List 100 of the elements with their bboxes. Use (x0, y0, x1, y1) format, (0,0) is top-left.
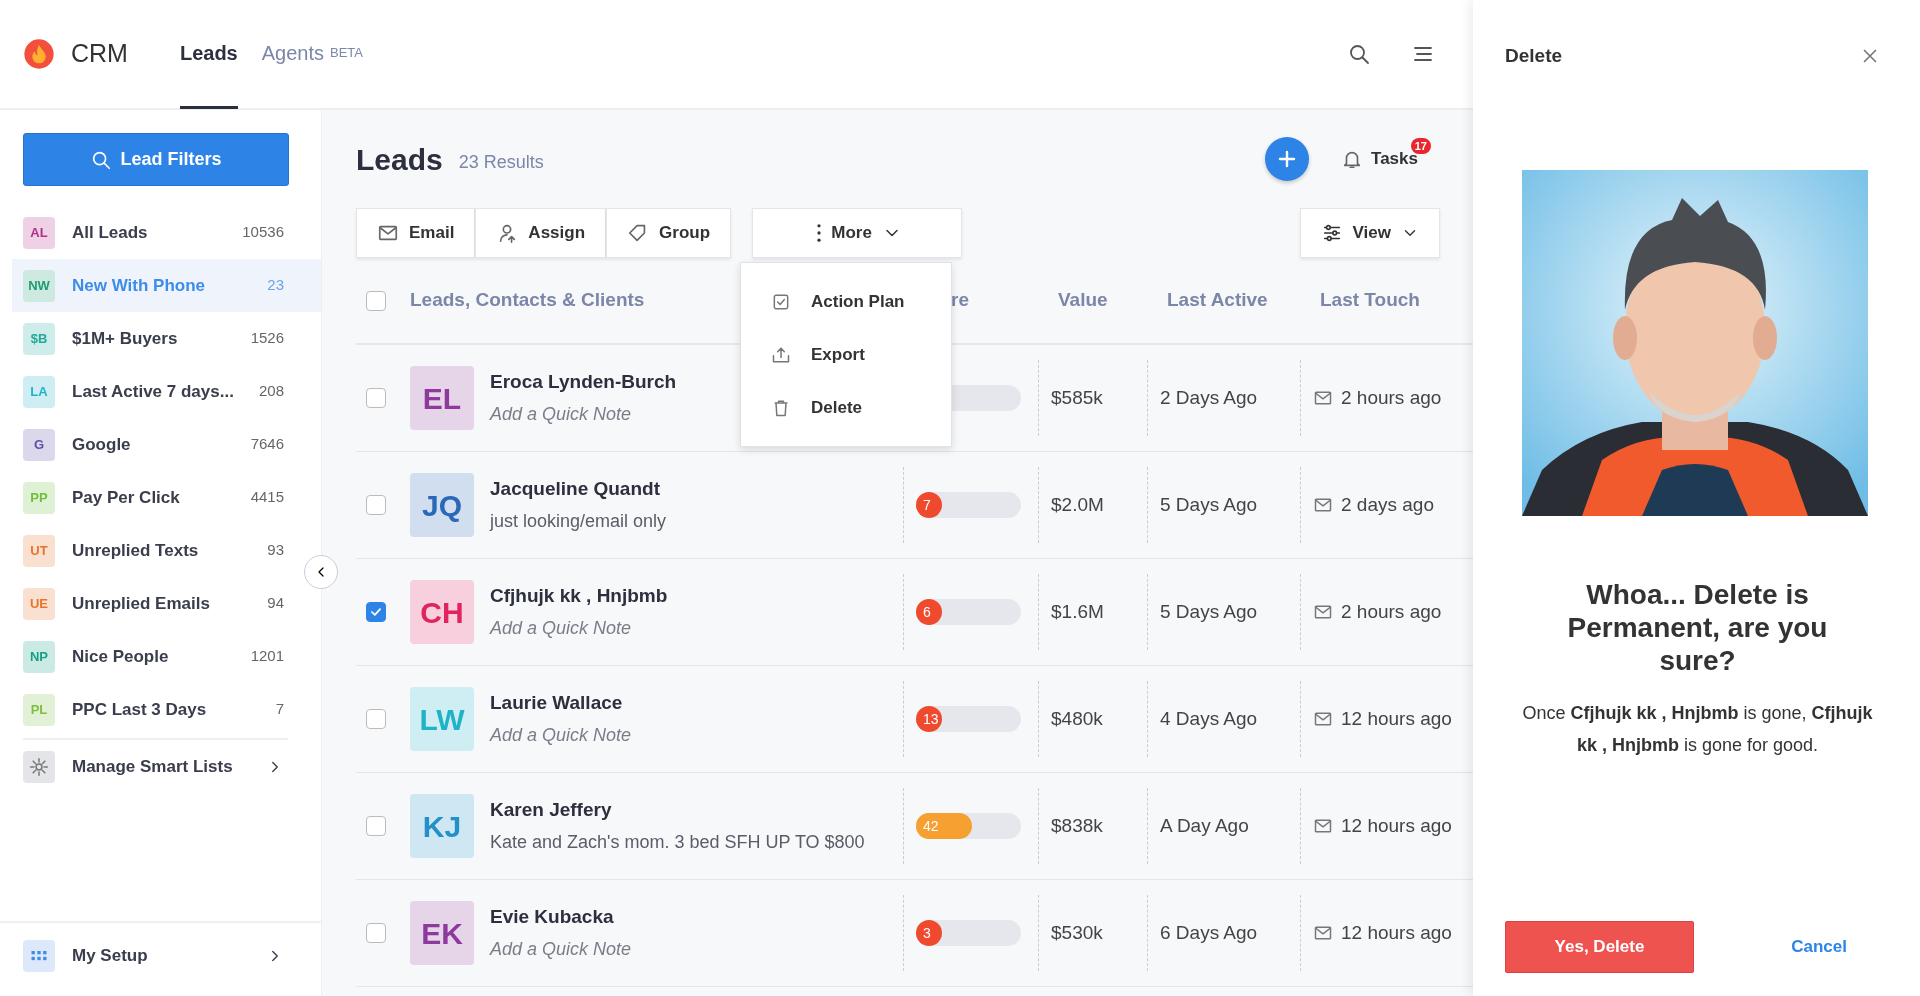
more-dots-icon (817, 224, 822, 242)
lead-filters-button[interactable]: Lead Filters (23, 133, 289, 186)
smart-list-item[interactable]: G Google 7646 (12, 418, 321, 471)
list-badge: AL (23, 216, 55, 249)
list-label: Google (72, 433, 131, 456)
lead-value: $585k (1051, 385, 1103, 410)
list-label: New With Phone (72, 274, 205, 297)
lead-value: $1.6M (1051, 599, 1104, 624)
nav-tab[interactable]: Leads (179, 0, 238, 109)
toolbar-button[interactable]: Group (606, 208, 732, 258)
cancel-link[interactable]: Cancel (1791, 934, 1847, 960)
page-title: Leads (356, 141, 443, 178)
list-label: Last Active 7 days... (72, 380, 234, 403)
list-badge: UE (23, 587, 55, 620)
select-all-checkbox[interactable] (366, 290, 386, 311)
list-badge: PP (23, 481, 55, 514)
email-icon (1313, 923, 1333, 943)
quick-note-field[interactable]: Add a Quick Note (490, 721, 632, 749)
lead-value: $480k (1051, 706, 1103, 731)
last-active: 5 Days Ago (1160, 599, 1258, 624)
list-label: PPC Last 3 Days (72, 698, 207, 721)
smart-list-item[interactable]: LA Last Active 7 days... 208 (12, 365, 321, 418)
row-checkbox[interactable] (366, 495, 386, 515)
last-active: 6 Days Ago (1160, 920, 1258, 945)
list-label: All Leads (72, 221, 148, 244)
search-icon[interactable] (1347, 42, 1371, 66)
lead-value: $2.0M (1051, 492, 1104, 517)
score-fill: 3 (916, 920, 943, 946)
last-touch: 2 days ago (1341, 492, 1434, 517)
smart-list-item[interactable]: UE Unreplied Emails 94 (12, 577, 321, 630)
score-fill: 13 (916, 706, 943, 732)
smart-list-item[interactable]: PL PPC Last 3 Days 7 (12, 683, 321, 736)
confirm-heading: Whoa... Delete is Permanent, are you sure? (1566, 578, 1829, 677)
add-button[interactable] (1265, 137, 1310, 181)
lead-name[interactable]: Eroca Lynden-Burch (490, 368, 677, 397)
last-touch: 12 hours ago (1341, 813, 1452, 838)
smart-list-item[interactable]: PP Pay Per Click 4415 (12, 471, 321, 524)
row-checkbox[interactable] (366, 816, 386, 836)
toolbar-button[interactable]: Email (356, 208, 476, 258)
list-count: 94 (267, 593, 284, 614)
setup-item[interactable]: My Setup (12, 929, 321, 982)
last-touch: 2 hours ago (1341, 385, 1442, 410)
collapse-button[interactable] (304, 555, 338, 589)
list-badge: NP (23, 640, 55, 673)
avatar-initials: LW (410, 687, 474, 751)
tasks-count-badge: 17 (1410, 138, 1431, 155)
lead-name[interactable]: Cfjhujk kk , Hnjbmb (490, 582, 668, 611)
column-header[interactable]: re (951, 289, 969, 311)
list-label: Pay Per Click (72, 486, 180, 509)
lead-name[interactable]: Karen Jeffery (490, 796, 865, 825)
toolbar-button[interactable]: Assign (475, 208, 607, 258)
row-checkbox[interactable] (366, 602, 386, 622)
lead-note: just looking/email only (490, 509, 667, 533)
quick-note-field[interactable]: Add a Quick Note (490, 400, 677, 428)
email-icon (1313, 602, 1333, 622)
menu-item[interactable]: Delete (741, 381, 951, 434)
row-checkbox[interactable] (366, 709, 386, 729)
last-touch: 12 hours ago (1341, 920, 1452, 945)
avatar-initials: JQ (410, 473, 474, 537)
list-count: 93 (267, 540, 284, 561)
more-button[interactable]: More (752, 208, 963, 258)
quick-note-field[interactable]: Add a Quick Note (490, 935, 632, 963)
list-label: $1M+ Buyers (72, 327, 178, 350)
nav-tab[interactable]: Agents BETA (261, 0, 363, 109)
gear-icon (29, 756, 49, 777)
score-fill: 6 (916, 599, 943, 625)
email-icon (1313, 388, 1333, 408)
results-count: 23 Results (458, 150, 544, 174)
list-badge: PL (23, 693, 55, 726)
score-fill: 7 (916, 492, 943, 518)
list-count: 23 (267, 275, 284, 296)
smart-list-item[interactable]: $B $1M+ Buyers 1526 (12, 312, 321, 365)
lead-name[interactable]: Laurie Wallace (490, 689, 632, 718)
view-button[interactable]: View (1299, 208, 1440, 258)
lead-name[interactable]: Evie Kubacka (490, 903, 632, 932)
row-checkbox[interactable] (366, 923, 386, 943)
menu-item[interactable]: Export (741, 328, 951, 381)
email-icon (1313, 816, 1333, 836)
avatar-initials: KJ (410, 794, 474, 858)
list-count: 4415 (250, 487, 284, 508)
list-count: 7646 (250, 434, 284, 455)
list-label: Nice People (72, 645, 169, 668)
list-badge: G (23, 428, 55, 461)
menu-item[interactable]: Action Plan (741, 275, 951, 328)
quick-note-field[interactable]: Add a Quick Note (490, 614, 668, 642)
avatar-initials: EL (410, 366, 474, 430)
manage-lists-item[interactable]: Manage Smart Lists (12, 740, 321, 793)
list-badge: UT (23, 534, 55, 567)
smart-list-item[interactable]: AL All Leads 10536 (12, 206, 321, 259)
smart-list-item[interactable]: NP Nice People 1201 (12, 630, 321, 683)
list-badge: $B (23, 322, 55, 355)
confirm-message: Once Cfjhujk kk , Hnjbmb is gone, Cfjhujk kk , Hnjbmb is gone for good. (1521, 702, 1874, 757)
lead-value: $838k (1051, 813, 1103, 838)
row-checkbox[interactable] (366, 388, 386, 408)
logo-icon (23, 38, 55, 70)
list-count: 1526 (250, 328, 284, 349)
smart-list-item[interactable]: UT Unreplied Texts 93 (12, 524, 321, 577)
lead-name[interactable]: Jacqueline Quandt (490, 475, 667, 504)
list-badge: LA (23, 375, 55, 408)
brand-name: CRM (71, 38, 128, 70)
